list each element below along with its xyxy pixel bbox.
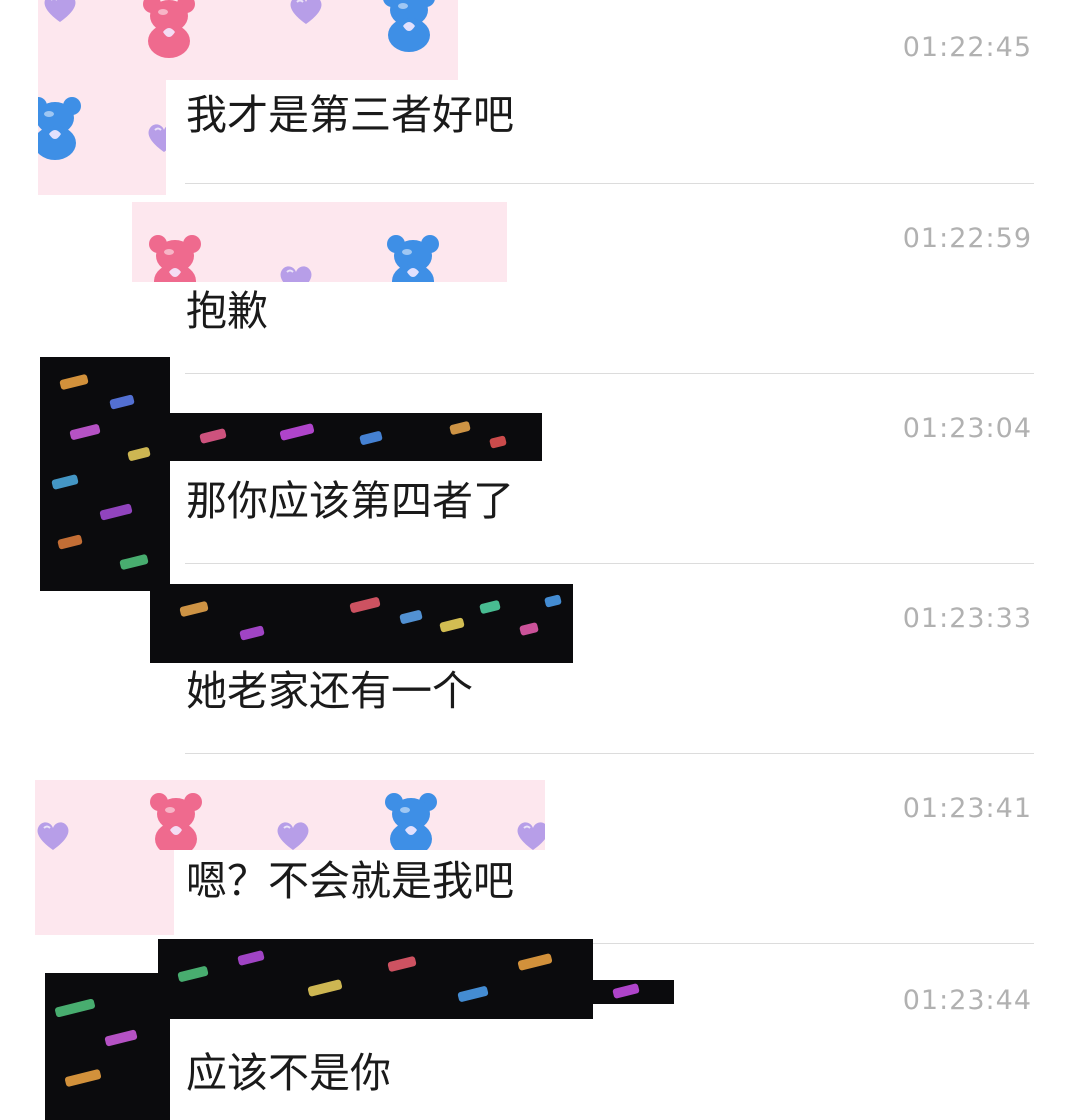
confetti-sticker [158,939,593,1019]
message-row[interactable]: 01:23:41 嗯？不会就是我吧 [0,753,1080,943]
bear-sticker-icon [138,0,200,58]
bear-sticker-icon [380,790,442,850]
heart-sticker-icon [146,122,166,154]
message-timestamp: 01:23:33 [902,603,1032,634]
heart-sticker-icon [42,0,78,24]
divider [185,373,1034,374]
message-text: 嗯？不会就是我吧 [186,857,514,905]
heart-sticker-icon [275,820,311,850]
message-timestamp: 01:22:59 [902,223,1032,254]
message-text: 她老家还有一个 [186,667,473,715]
confetti-sticker [593,980,674,1004]
message-timestamp: 01:23:41 [902,793,1032,824]
divider [185,753,1034,754]
sticker-bear-patch [35,850,174,935]
sticker-bear-patch [38,80,166,195]
message-timestamp: 01:23:04 [902,413,1032,444]
heart-sticker-icon [35,820,71,850]
confetti-sticker [150,584,573,663]
message-row[interactable]: 01:22:59 抱歉 [0,183,1080,373]
bear-sticker-icon [38,94,86,160]
message-text: 抱歉 [186,287,268,335]
message-timestamp: 01:23:44 [902,985,1032,1016]
confetti-sticker [170,413,542,461]
confetti-sticker [45,973,170,1120]
heart-sticker-icon [288,0,324,26]
message-text: 应该不是你 [186,1049,391,1097]
message-row[interactable]: 01:23:33 她老家还有一个 [0,563,1080,753]
heart-sticker-icon [278,264,314,282]
message-row[interactable]: 01:22:45 我才是第三者好吧 [0,0,1080,195]
message-row[interactable]: 01:23:44 应该不是你 [0,939,1080,1120]
divider [185,563,1034,564]
message-row[interactable]: 01:23:04 那你应该第四者了 [0,357,1080,591]
bear-sticker-icon [382,232,444,282]
sticker-bear-patch [132,202,507,282]
message-text: 那你应该第四者了 [186,477,514,525]
sticker-bear-patch [38,0,458,80]
sticker-bear-patch [35,780,545,850]
bear-sticker-icon [145,790,207,850]
bear-sticker-icon [378,0,440,52]
message-text: 我才是第三者好吧 [186,91,514,139]
divider [185,183,1034,184]
bear-sticker-icon [144,232,206,282]
confetti-sticker [40,357,170,591]
heart-sticker-icon [515,820,545,850]
message-timestamp: 01:22:45 [902,32,1032,63]
